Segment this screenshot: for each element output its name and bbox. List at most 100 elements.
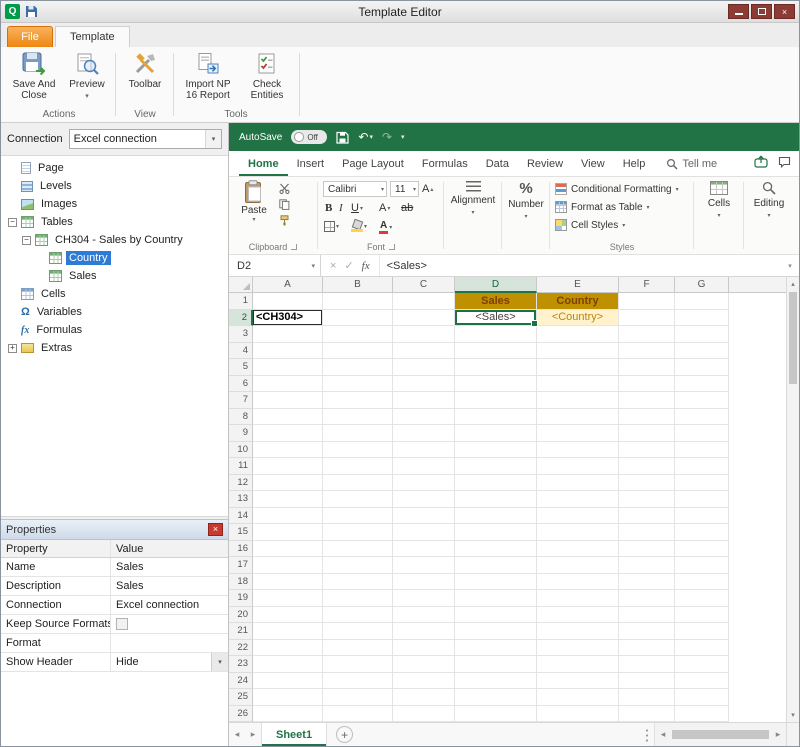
paste-button[interactable]: Paste ▾ — [235, 180, 273, 223]
name-box[interactable]: D2 ▾ — [229, 255, 321, 276]
cell-D5[interactable] — [455, 359, 537, 376]
cell-E13[interactable] — [537, 491, 619, 508]
quick-save-icon[interactable] — [25, 5, 38, 18]
tab-template[interactable]: Template — [55, 26, 130, 47]
cell-C13[interactable] — [393, 491, 455, 508]
cell-D14[interactable] — [455, 508, 537, 525]
row-header-16[interactable]: 16 — [229, 541, 253, 558]
row-header-10[interactable]: 10 — [229, 442, 253, 459]
chevron-down-icon[interactable]: ▾ — [205, 130, 221, 148]
cell-D4[interactable] — [455, 343, 537, 360]
cell-G21[interactable] — [675, 623, 729, 640]
property-row-show-header[interactable]: Show Header Hide ▾ — [1, 653, 228, 672]
row-header-14[interactable]: 14 — [229, 508, 253, 525]
cell-D2[interactable]: <Sales> — [455, 310, 537, 327]
cell-G3[interactable] — [675, 326, 729, 343]
cell-D23[interactable] — [455, 656, 537, 673]
cell-G15[interactable] — [675, 524, 729, 541]
cell-A15[interactable] — [253, 524, 323, 541]
cell-C21[interactable] — [393, 623, 455, 640]
save-and-close-button[interactable]: Save And Close — [7, 51, 61, 101]
row-header-1[interactable]: 1 — [229, 293, 253, 310]
cell-A19[interactable] — [253, 590, 323, 607]
cell-E19[interactable] — [537, 590, 619, 607]
cell-A9[interactable] — [253, 425, 323, 442]
cell-A24[interactable] — [253, 673, 323, 690]
cell-D20[interactable] — [455, 607, 537, 624]
cell-B22[interactable] — [323, 640, 393, 657]
row-header-15[interactable]: 15 — [229, 524, 253, 541]
property-row-connection[interactable]: Connection Excel connection — [1, 596, 228, 615]
cell-G10[interactable] — [675, 442, 729, 459]
excel-tab-formulas[interactable]: Formulas — [413, 151, 477, 176]
editing-button[interactable]: Editing ▾ — [745, 181, 793, 219]
collapse-icon[interactable] — [8, 218, 17, 227]
cell-D26[interactable] — [455, 706, 537, 723]
tree-item-extras[interactable]: Extras — [1, 339, 228, 357]
cell-G16[interactable] — [675, 541, 729, 558]
row-header-4[interactable]: 4 — [229, 343, 253, 360]
cell-C9[interactable] — [393, 425, 455, 442]
cell-A5[interactable] — [253, 359, 323, 376]
row-header-18[interactable]: 18 — [229, 574, 253, 591]
cancel-icon[interactable]: × — [330, 260, 336, 272]
column-header-F[interactable]: F — [619, 277, 675, 293]
cell-E7[interactable] — [537, 392, 619, 409]
cell-F13[interactable] — [619, 491, 675, 508]
cell-A22[interactable] — [253, 640, 323, 657]
cell-F15[interactable] — [619, 524, 675, 541]
cell-B23[interactable] — [323, 656, 393, 673]
cell-G18[interactable] — [675, 574, 729, 591]
excel-tab-review[interactable]: Review — [518, 151, 572, 176]
tree-item-country[interactable]: Country — [1, 249, 228, 267]
insert-function-icon[interactable]: fx — [362, 260, 370, 272]
column-header-C[interactable]: C — [393, 277, 455, 293]
cell-D6[interactable] — [455, 376, 537, 393]
cell-C17[interactable] — [393, 557, 455, 574]
sheet-nav-right-icon[interactable]: ▸ — [245, 723, 261, 746]
cell-A10[interactable] — [253, 442, 323, 459]
vertical-scrollbar[interactable]: ▴ ▾ — [786, 277, 799, 722]
cell-E5[interactable] — [537, 359, 619, 376]
font-size-select[interactable]: 11 ▾ — [390, 181, 419, 197]
cell-E25[interactable] — [537, 689, 619, 706]
row-header-9[interactable]: 9 — [229, 425, 253, 442]
scroll-left-icon[interactable]: ◂ — [655, 729, 671, 740]
save-icon[interactable] — [336, 131, 349, 144]
row-header-12[interactable]: 12 — [229, 475, 253, 492]
cell-E15[interactable] — [537, 524, 619, 541]
bold-button[interactable]: B — [325, 202, 332, 214]
cell-A18[interactable] — [253, 574, 323, 591]
cell-B12[interactable] — [323, 475, 393, 492]
cell-F16[interactable] — [619, 541, 675, 558]
cell-E18[interactable] — [537, 574, 619, 591]
row-header-13[interactable]: 13 — [229, 491, 253, 508]
cell-E9[interactable] — [537, 425, 619, 442]
cell-E16[interactable] — [537, 541, 619, 558]
cell-F6[interactable] — [619, 376, 675, 393]
cell-E11[interactable] — [537, 458, 619, 475]
cell-F1[interactable] — [619, 293, 675, 310]
cell-E6[interactable] — [537, 376, 619, 393]
cell-D19[interactable] — [455, 590, 537, 607]
column-header-B[interactable]: B — [323, 277, 393, 293]
cell-E2[interactable]: <Country> — [537, 310, 619, 327]
row-header-25[interactable]: 25 — [229, 689, 253, 706]
scrollbar-thumb[interactable] — [672, 730, 769, 739]
cell-F12[interactable] — [619, 475, 675, 492]
row-header-7[interactable]: 7 — [229, 392, 253, 409]
row-header-20[interactable]: 20 — [229, 607, 253, 624]
cell-B2[interactable] — [323, 310, 393, 327]
property-row-name[interactable]: Name Sales — [1, 558, 228, 577]
cell-G4[interactable] — [675, 343, 729, 360]
cell-E14[interactable] — [537, 508, 619, 525]
cell-E10[interactable] — [537, 442, 619, 459]
cell-G12[interactable] — [675, 475, 729, 492]
cell-F7[interactable] — [619, 392, 675, 409]
enter-icon[interactable]: ✓ — [344, 259, 353, 272]
cell-B11[interactable] — [323, 458, 393, 475]
cell-E12[interactable] — [537, 475, 619, 492]
cell-E1[interactable]: Country — [537, 293, 619, 310]
alignment-button[interactable]: Alignment ▾ — [445, 181, 501, 216]
increase-font-button[interactable]: A▴ — [422, 183, 433, 195]
